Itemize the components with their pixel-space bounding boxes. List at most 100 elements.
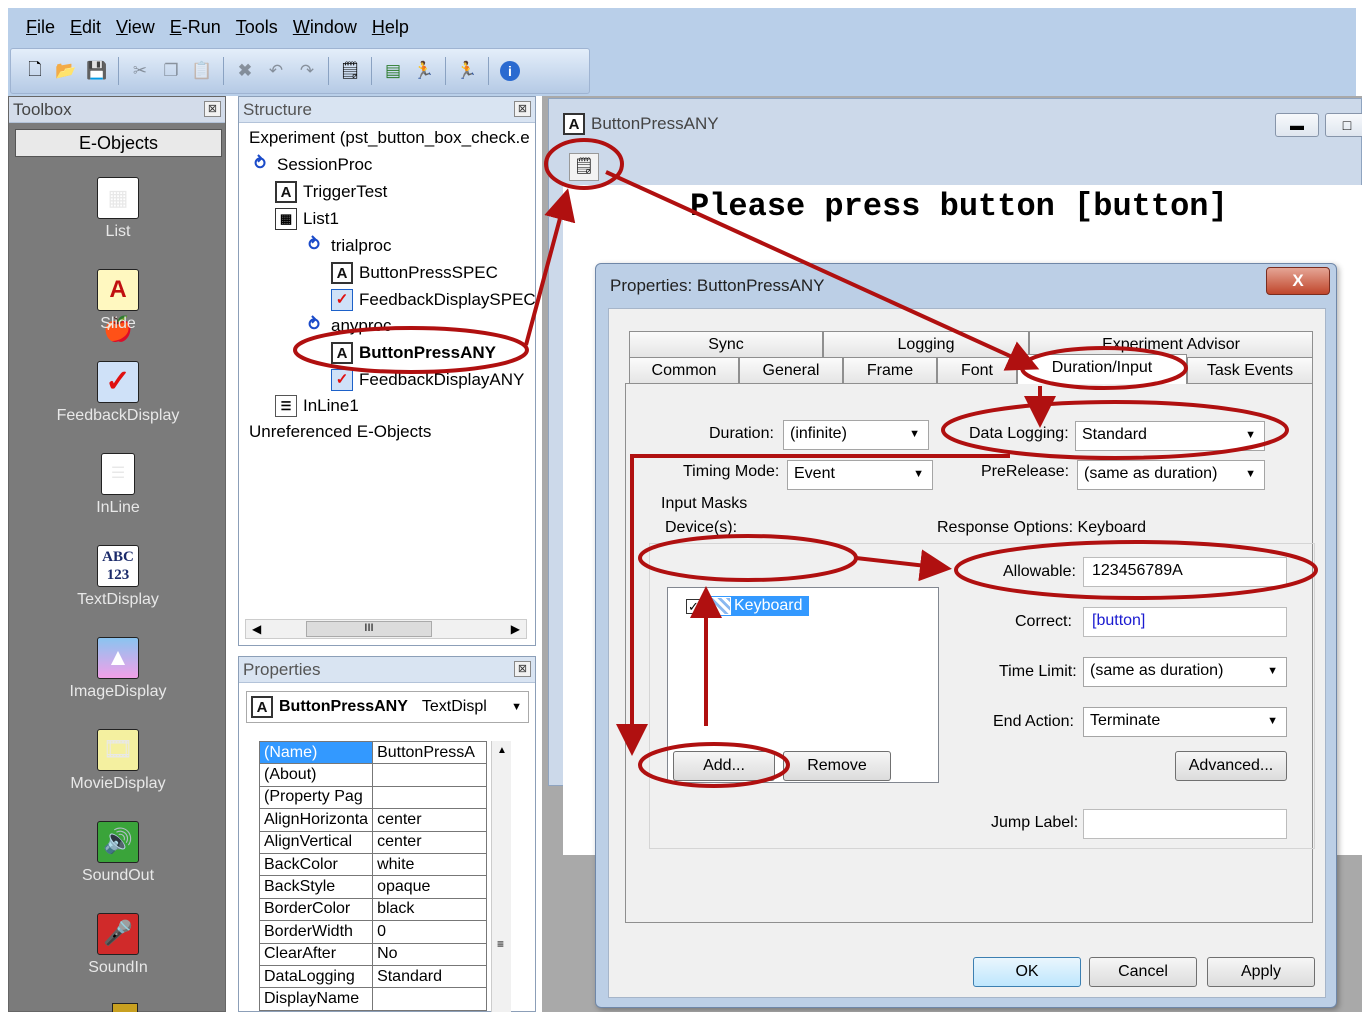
property-value[interactable] <box>372 987 487 1011</box>
property-value[interactable]: ButtonPressA <box>372 740 487 765</box>
tree-node-feedbackdisplayany[interactable]: ✓ FeedbackDisplayANY <box>331 369 524 391</box>
menu-erun[interactable]: E-Run <box>170 17 221 38</box>
close-icon[interactable]: ⊠ <box>204 101 221 117</box>
toolbox-item-image-display[interactable]: ▲ ImageDisplay <box>9 637 227 701</box>
properties-icon[interactable]: 🗒 <box>338 58 362 84</box>
maximize-button[interactable]: □ <box>1325 113 1362 137</box>
toolbox-item-text-display[interactable]: ABC 123 TextDisplay <box>9 545 227 609</box>
close-icon[interactable]: ⊠ <box>514 661 531 677</box>
scroll-up-icon[interactable]: ▲ <box>497 745 507 756</box>
add-device-button[interactable]: Add... <box>673 751 775 781</box>
property-value[interactable]: center <box>372 808 487 832</box>
property-row[interactable]: DataLogging Standard <box>258 964 487 989</box>
e-objects-category[interactable]: E-Objects <box>15 129 222 157</box>
menu-tools[interactable]: Tools <box>236 17 278 38</box>
advanced-button[interactable]: Advanced... <box>1175 751 1287 781</box>
end-action-select[interactable]: Terminate ▼ <box>1083 707 1287 737</box>
redo-icon[interactable]: ↷ <box>295 58 319 84</box>
tree-node-sessionproc[interactable]: ⥁ SessionProc <box>249 154 372 176</box>
property-value[interactable]: No <box>372 942 487 966</box>
data-logging-select[interactable]: Standard ▼ <box>1075 421 1265 451</box>
tree-node-feedbackdisplayspec[interactable]: ✓ FeedbackDisplaySPEC <box>331 289 535 311</box>
property-row[interactable]: BackColor white <box>258 852 487 877</box>
menu-file[interactable]: File <box>26 17 55 38</box>
jump-label-input[interactable] <box>1083 809 1287 839</box>
scroll-thumb[interactable]: III <box>306 621 432 637</box>
menu-view[interactable]: View <box>116 17 155 38</box>
property-row[interactable]: (Name) ButtonPressA <box>258 740 487 765</box>
property-row[interactable]: (Property Pag <box>258 785 487 810</box>
scroll-left-icon[interactable]: ◀ <box>252 622 261 636</box>
property-row[interactable]: AlignVertical center <box>258 830 487 854</box>
open-icon[interactable]: 📂 <box>54 58 78 84</box>
copy-icon[interactable]: ❐ <box>159 58 183 84</box>
menu-help[interactable]: Help <box>372 17 409 38</box>
apply-button[interactable]: Apply <box>1207 957 1315 987</box>
minimize-button[interactable]: ▬ <box>1275 113 1319 137</box>
property-value[interactable]: opaque <box>372 875 487 899</box>
property-value[interactable] <box>372 763 487 787</box>
toolbox-item-sound-in[interactable]: 🎤 SoundIn <box>9 913 227 977</box>
toolbox-item-list[interactable]: ▦ List <box>9 177 227 241</box>
toolbox-item-inline[interactable]: ☰ InLine <box>9 453 227 517</box>
tab-task-events[interactable]: Task Events <box>1187 357 1313 384</box>
property-value[interactable]: Standard <box>372 964 487 989</box>
remove-device-button[interactable]: Remove <box>783 751 891 781</box>
properties-icon[interactable]: 🗒 <box>569 153 599 181</box>
generate-icon[interactable]: ▤ <box>381 58 405 84</box>
menu-window[interactable]: Window <box>293 17 357 38</box>
property-value[interactable]: white <box>372 852 487 877</box>
property-row[interactable]: (About) <box>258 763 487 787</box>
chevron-down-icon[interactable]: ▼ <box>511 701 522 713</box>
tree-node-anyproc[interactable]: ⥁ anyproc <box>303 315 391 337</box>
ok-button[interactable]: OK <box>973 957 1081 987</box>
tree-node-trialproc[interactable]: ⥁ trialproc <box>303 235 391 257</box>
device-checkbox[interactable]: ✓ <box>686 598 701 614</box>
tab-sync[interactable]: Sync <box>629 331 823 358</box>
timing-mode-select[interactable]: Event ▼ <box>787 460 933 490</box>
dialog-close-button[interactable]: X <box>1266 267 1330 295</box>
property-row[interactable]: BorderWidth 0 <box>258 920 487 944</box>
toolbox-item-sound-out[interactable]: 🔊 SoundOut <box>9 821 227 885</box>
allowable-input[interactable]: 123456789A <box>1083 557 1287 587</box>
close-icon[interactable]: ⊠ <box>514 101 531 117</box>
new-icon[interactable]: 🗋 <box>23 58 47 84</box>
cancel-button[interactable]: Cancel <box>1089 957 1197 987</box>
run-icon[interactable]: 🏃 <box>412 58 436 84</box>
property-row[interactable]: BackStyle opaque <box>258 875 487 899</box>
property-row[interactable]: AlignHorizonta center <box>258 808 487 832</box>
tree-node-buttonpressany[interactable]: A ButtonPressANY <box>331 342 496 364</box>
toolbox-item-movie-display[interactable]: 🎞 MovieDisplay <box>9 729 227 793</box>
duration-select[interactable]: (infinite) ▼ <box>783 420 929 450</box>
property-row[interactable]: BorderColor black <box>258 897 487 922</box>
tab-frame[interactable]: Frame <box>843 357 937 384</box>
cut-icon[interactable]: ✂ <box>128 58 152 84</box>
device-item-keyboard[interactable]: ✓ Keyboard <box>686 596 809 616</box>
property-value[interactable]: black <box>372 897 487 922</box>
property-value[interactable] <box>372 785 487 810</box>
object-selector[interactable]: A ButtonPressANY TextDispl ▼ <box>246 691 529 723</box>
tree-node-experiment[interactable]: Experiment (pst_button_box_check.e <box>249 128 530 148</box>
prerelease-select[interactable]: (same as duration) ▼ <box>1077 460 1265 490</box>
property-value[interactable]: center <box>372 830 487 854</box>
paste-icon[interactable]: 📋 <box>190 58 214 84</box>
scroll-right-icon[interactable]: ▶ <box>511 622 520 636</box>
tree-node-buttonpressspec[interactable]: A ButtonPressSPEC <box>331 262 498 284</box>
device-item-label[interactable]: Keyboard <box>709 596 809 616</box>
property-row[interactable]: ClearAfter No <box>258 942 487 966</box>
tree-node-triggertest[interactable]: A TriggerTest <box>275 181 387 203</box>
menu-edit[interactable]: Edit <box>70 17 101 38</box>
tab-logging[interactable]: Logging <box>823 331 1029 358</box>
tab-general[interactable]: General <box>739 357 843 384</box>
undo-icon[interactable]: ↶ <box>264 58 288 84</box>
vertical-scrollbar[interactable]: ▲ ≡ <box>491 741 511 1012</box>
property-row[interactable]: DisplayName <box>258 987 487 1011</box>
tree-node-inline1[interactable]: ☰ InLine1 <box>275 395 359 417</box>
toolbox-item-slide[interactable]: A🍎 Slide <box>9 269 227 343</box>
delete-icon[interactable]: ✖ <box>233 58 257 84</box>
tab-duration-input[interactable]: Duration/Input <box>1017 354 1187 384</box>
tab-font[interactable]: Font <box>937 357 1017 384</box>
about-icon[interactable]: i <box>498 58 522 84</box>
run-test-icon[interactable]: 🏃 <box>455 58 479 84</box>
tree-node-list1[interactable]: ▦ List1 <box>275 208 339 230</box>
